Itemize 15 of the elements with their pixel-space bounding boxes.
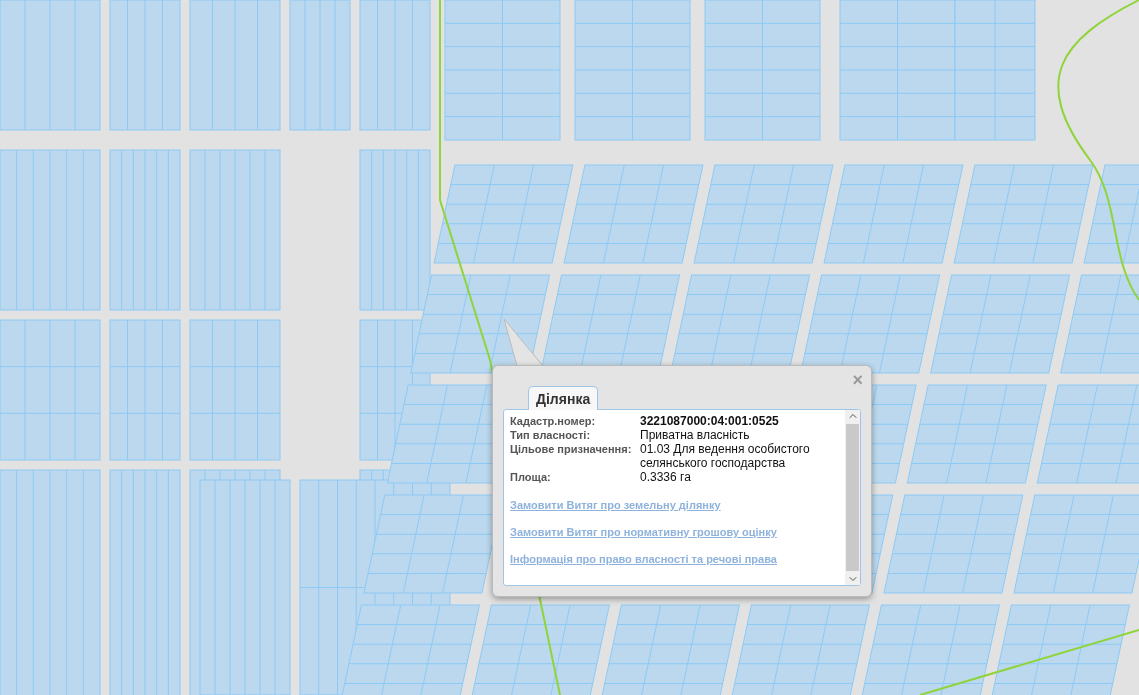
field-value: 0.3336 га [640,470,692,484]
scroll-thumb[interactable] [846,424,859,571]
field-value: 3221087000:04:001:0525 [640,414,780,428]
order-link[interactable]: Замовити Витяг про нормативну грошову оцінку [510,526,777,538]
order-link[interactable]: Замовити Витяг про земельну ділянку [510,499,721,511]
field-value: Приватна власність [640,428,751,442]
field-label: Кадастр.номер: [510,414,597,428]
field-label: Тип власності: [510,428,592,442]
field-label: Площа: [510,470,552,484]
order-link[interactable]: Інформація про право власності та речові права [510,553,777,565]
popup-tab[interactable]: Ділянка [528,386,599,410]
close-button[interactable]: × [852,370,863,390]
field-value: 01.03 Для ведення особистого селянського господарства [640,442,811,470]
field-label: Цільове призначення: [510,442,633,457]
scrollbar[interactable] [845,410,860,585]
